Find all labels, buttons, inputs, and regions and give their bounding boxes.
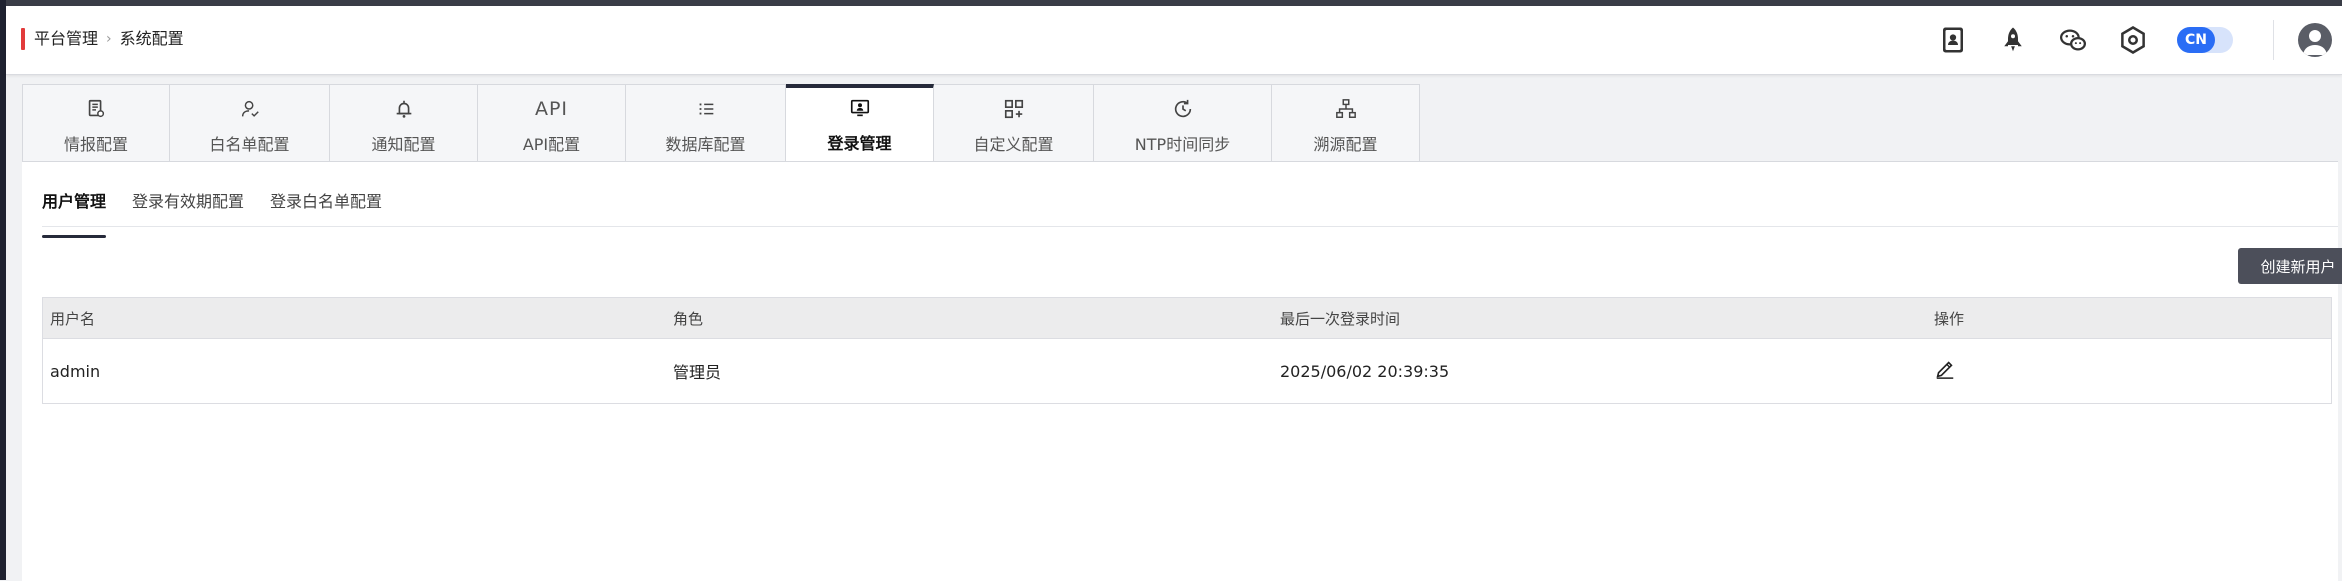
cell-username: admin: [50, 361, 101, 381]
tab-label: 登录管理: [827, 134, 892, 153]
header-toolbar: CN: [1917, 6, 2342, 74]
rocket-icon[interactable]: [1989, 16, 2037, 64]
tab-custom-config[interactable]: 自定义配置: [934, 84, 1094, 162]
user-check-icon: [239, 97, 261, 121]
top-header: 平台管理 › 系统配置 CN: [6, 6, 2342, 75]
tab-ntp-sync[interactable]: NTP时间同步: [1094, 84, 1272, 162]
tab-api-config[interactable]: API API配置: [478, 84, 626, 162]
table-header: 用户名 角色 最后一次登录时间 操作: [43, 298, 2331, 339]
wechat-icon[interactable]: [2049, 16, 2097, 64]
chevron-right-icon: ›: [106, 31, 112, 47]
breadcrumb-current: 系统配置: [119, 29, 184, 48]
tab-notify-config[interactable]: 通知配置: [330, 84, 478, 162]
column-header-role: 角色: [673, 309, 704, 328]
column-header-last-login: 最后一次登录时间: [1280, 309, 1401, 328]
breadcrumb-parent[interactable]: 平台管理: [34, 28, 98, 50]
create-user-button[interactable]: 创建新用户: [2238, 248, 2342, 284]
avatar[interactable]: [2298, 23, 2332, 57]
tab-label: 数据库配置: [665, 135, 746, 154]
contact-book-icon[interactable]: [1929, 16, 1977, 64]
window-left-edge: [0, 0, 6, 580]
column-header-username: 用户名: [50, 309, 96, 328]
language-toggle[interactable]: CN: [2177, 27, 2233, 53]
hexagon-settings-icon[interactable]: [2109, 16, 2157, 64]
breadcrumb-accent-bar: [21, 28, 25, 50]
column-header-actions: 操作: [1934, 309, 1965, 328]
user-table: 用户名 角色 最后一次登录时间 操作 admin 管理员 2025/06/02 …: [42, 297, 2332, 404]
tab-login-management[interactable]: 登录管理: [786, 84, 934, 162]
language-toggle-label: CN: [2177, 27, 2215, 53]
api-icon: API: [535, 97, 568, 121]
table-row: admin 管理员 2025/06/02 20:39:35: [43, 339, 2331, 403]
tab-label: API配置: [522, 135, 581, 154]
tab-trace-config[interactable]: 溯源配置: [1272, 84, 1420, 162]
login-monitor-icon: [849, 96, 871, 120]
bell-icon: [393, 97, 415, 121]
subtabs: 用户管理 登录有效期配置 登录白名单配置: [42, 162, 408, 238]
network-tree-icon: [1335, 97, 1357, 121]
subtab-divider: [42, 226, 2338, 227]
subtab-user-management[interactable]: 用户管理: [42, 162, 107, 238]
tab-label: 白名单配置: [209, 135, 290, 154]
tab-database-config[interactable]: 数据库配置: [626, 84, 786, 162]
report-icon: [85, 97, 107, 121]
cell-actions: [1934, 358, 2331, 384]
database-list-icon: [695, 97, 717, 121]
tab-label: 通知配置: [371, 135, 436, 154]
edit-icon[interactable]: [1934, 361, 1956, 384]
tab-label: NTP时间同步: [1134, 135, 1231, 154]
login-management-panel: 用户管理 登录有效期配置 登录白名单配置 创建新用户 用户名 角色 最后一次登录…: [22, 161, 2342, 581]
tab-label: 自定义配置: [973, 135, 1054, 154]
subtab-login-whitelist[interactable]: 登录白名单配置: [270, 162, 382, 226]
header-divider: [2273, 20, 2274, 60]
tab-intel-config[interactable]: 情报配置: [22, 84, 170, 162]
tab-label: 溯源配置: [1313, 135, 1378, 154]
api-icon-text: API: [534, 98, 569, 120]
clock-sync-icon: [1172, 97, 1194, 121]
config-tabs: 情报配置 白名单配置 通知配置 API API配置 数据库配置 登录管理 自定义…: [22, 84, 1420, 162]
tab-whitelist-config[interactable]: 白名单配置: [170, 84, 330, 162]
cell-last-login: 2025/06/02 20:39:35: [1280, 361, 1450, 381]
tab-label: 情报配置: [63, 135, 128, 154]
cell-role: 管理员: [673, 363, 722, 382]
grid-plus-icon: [1003, 97, 1025, 121]
subtab-login-validity[interactable]: 登录有效期配置: [132, 162, 244, 226]
breadcrumb: 平台管理 › 系统配置: [34, 28, 184, 50]
